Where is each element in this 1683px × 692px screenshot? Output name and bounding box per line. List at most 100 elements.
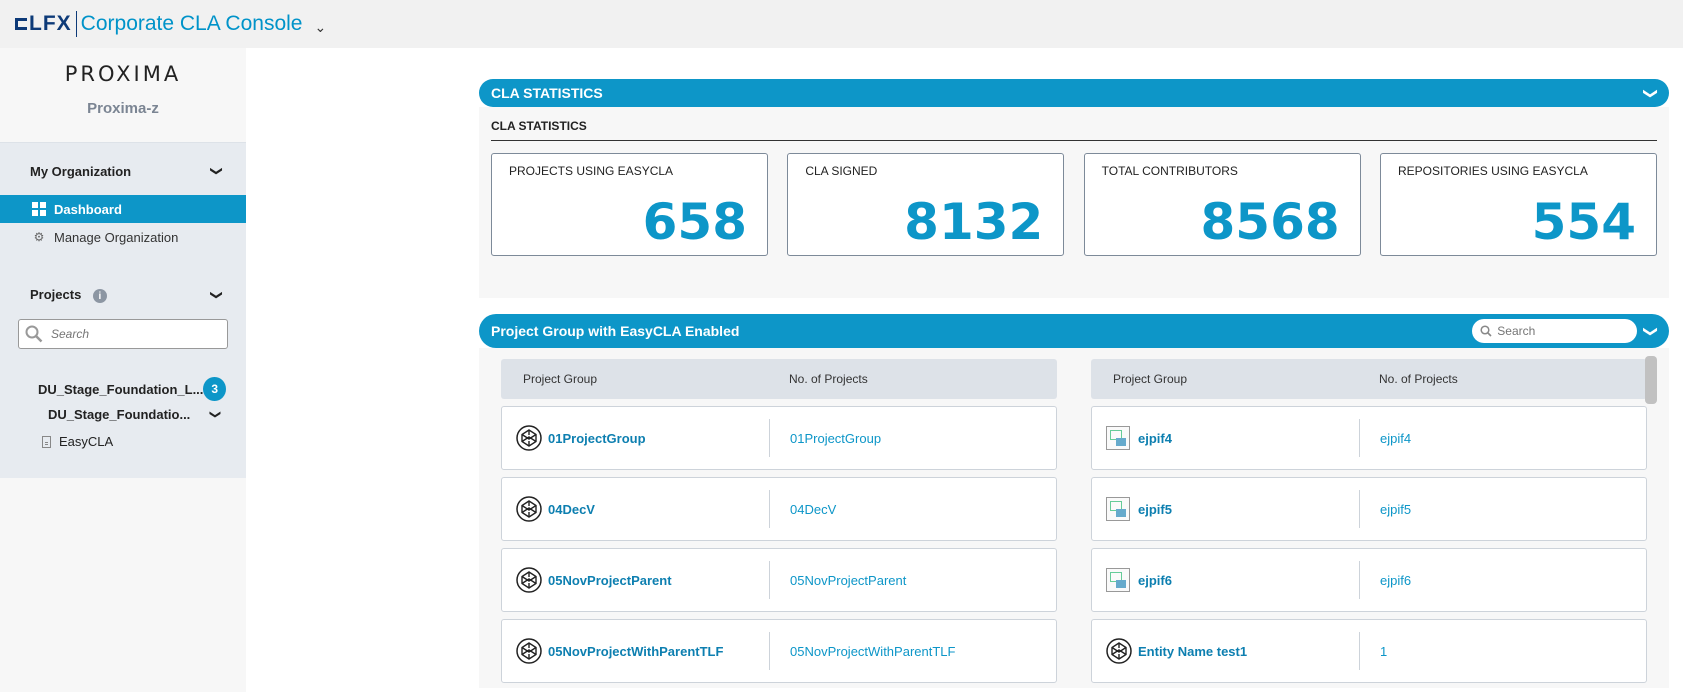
project-name: EasyCLA bbox=[59, 434, 114, 449]
column-header-project-group[interactable]: Project Group bbox=[523, 372, 789, 386]
column-header-project-group[interactable]: Project Group bbox=[1113, 372, 1379, 386]
project-group-column-right: Project Group No. of Projects ejpif4 ejpi… bbox=[1091, 359, 1647, 688]
table-header: Project Group No. of Projects bbox=[501, 359, 1057, 399]
stat-card-value: 8132 bbox=[904, 193, 1044, 251]
projects-title-text: Projects bbox=[30, 286, 82, 302]
cell-divider bbox=[769, 561, 770, 599]
project-count[interactable]: ejpif6 bbox=[1380, 573, 1411, 588]
count-badge: 3 bbox=[203, 377, 226, 401]
project-search[interactable] bbox=[18, 319, 228, 349]
project-group-name-text[interactable]: ejpif6 bbox=[1138, 573, 1172, 588]
project-group-name[interactable]: ejpif6 bbox=[1106, 568, 1359, 592]
band-controls: ❯ bbox=[1472, 319, 1660, 343]
foundation-name: DU_Stage_Foundation_L... bbox=[38, 381, 204, 397]
sidebar-item-manage-organization[interactable]: ⚙ Manage Organization bbox=[0, 223, 246, 251]
chevron-down-icon[interactable]: ❯ bbox=[210, 290, 224, 300]
column-header-project-count[interactable]: No. of Projects bbox=[1379, 372, 1458, 386]
cell-divider bbox=[1359, 490, 1360, 528]
project-group-name[interactable]: Entity Name test1 bbox=[1106, 638, 1359, 664]
cell-divider bbox=[769, 419, 770, 457]
project-group-name[interactable]: 01ProjectGroup bbox=[516, 425, 769, 451]
project-count[interactable]: 1 bbox=[1380, 644, 1387, 659]
project-count[interactable]: 01ProjectGroup bbox=[790, 431, 881, 446]
organization-name: Proxima-z bbox=[87, 100, 159, 117]
sidebar-body: My Organization ❯ Dashboard ⚙ Manage Org… bbox=[0, 143, 246, 478]
stat-card-value: 8568 bbox=[1200, 193, 1340, 251]
project-group-band[interactable]: Project Group with EasyCLA Enabled ❯ bbox=[479, 314, 1669, 348]
project-count[interactable]: 05NovProjectParent bbox=[790, 573, 906, 588]
table-header: Project Group No. of Projects bbox=[1091, 359, 1647, 399]
info-icon[interactable]: i bbox=[92, 289, 107, 304]
top-bar: LFX Corporate CLA Console ⌄ bbox=[0, 0, 1683, 48]
cla-statistics-label: CLA STATISTICS bbox=[491, 107, 1657, 141]
table-row[interactable]: 05NovProjectParent 05NovProjectParent bbox=[501, 548, 1057, 612]
project-count[interactable]: 04DecV bbox=[790, 502, 836, 517]
main-content: CLA STATISTICS ❯ CLA STATISTICS PROJECTS… bbox=[479, 79, 1669, 688]
project-group-name-text[interactable]: Entity Name test1 bbox=[1138, 644, 1247, 659]
company-logo: PROXIMA bbox=[64, 62, 182, 86]
tree-item-foundation[interactable]: DU_Stage_Foundation_L... 3 bbox=[0, 377, 246, 401]
project-group-name[interactable]: ejpif5 bbox=[1106, 497, 1359, 521]
chevron-down-icon[interactable]: ❯ bbox=[1643, 325, 1660, 337]
project-group-name[interactable]: 04DecV bbox=[516, 496, 769, 522]
project-group-name[interactable]: ejpif4 bbox=[1106, 426, 1359, 450]
project-group-name-text[interactable]: 04DecV bbox=[548, 502, 595, 517]
project-count[interactable]: 05NovProjectWithParentTLF bbox=[790, 644, 955, 659]
table-row[interactable]: 05NovProjectWithParentTLF 05NovProjectWit… bbox=[501, 619, 1057, 683]
sidebar-item-dashboard[interactable]: Dashboard bbox=[0, 195, 246, 223]
project-group-search[interactable] bbox=[1472, 319, 1638, 343]
table-row[interactable]: ejpif6 ejpif6 bbox=[1091, 548, 1647, 612]
stat-card-label: REPOSITORIES USING EASYCLA bbox=[1397, 164, 1588, 178]
stat-card-repositories: REPOSITORIES USING EASYCLA 554 bbox=[1379, 153, 1657, 256]
project-group-column-left: Project Group No. of Projects 01ProjectG… bbox=[501, 359, 1057, 688]
codepen-icon bbox=[1106, 638, 1132, 664]
chevron-down-icon[interactable]: ❯ bbox=[210, 166, 224, 176]
project-group-name[interactable]: 05NovProjectParent bbox=[516, 567, 769, 593]
project-group-name-text[interactable]: 01ProjectGroup bbox=[548, 431, 646, 446]
project-group-search-input[interactable] bbox=[1497, 324, 1628, 338]
project-group-name-text[interactable]: 05NovProjectParent bbox=[548, 573, 672, 588]
project-group-name-text[interactable]: 05NovProjectWithParentTLF bbox=[548, 644, 723, 659]
app-title: Corporate CLA Console bbox=[80, 12, 303, 35]
chevron-down-icon[interactable]: ❯ bbox=[209, 410, 222, 419]
logo-text: LFX bbox=[29, 12, 72, 35]
broken-image-icon bbox=[1106, 568, 1130, 592]
tree-item-project[interactable]: EasyCLA bbox=[0, 434, 246, 449]
cla-statistics-panel: CLA STATISTICS PROJECTS USING EASYCLA 65… bbox=[479, 107, 1669, 298]
cell-divider bbox=[1359, 419, 1360, 457]
cell-divider bbox=[769, 632, 770, 670]
table-row[interactable]: 04DecV 04DecV bbox=[501, 477, 1057, 541]
project-groups-area: Project Group No. of Projects 01ProjectG… bbox=[479, 348, 1669, 688]
project-count[interactable]: ejpif4 bbox=[1380, 431, 1411, 446]
stat-card-projects: PROJECTS USING EASYCLA 658 bbox=[491, 153, 768, 256]
table-row[interactable]: Entity Name test1 1 bbox=[1091, 619, 1647, 683]
my-organization-title: My Organization bbox=[30, 163, 132, 179]
table-row[interactable]: 01ProjectGroup 01ProjectGroup bbox=[501, 406, 1057, 470]
projects-title: Projects i bbox=[30, 287, 107, 304]
table-row[interactable]: ejpif4 ejpif4 bbox=[1091, 406, 1647, 470]
project-search-input[interactable] bbox=[51, 327, 211, 341]
cell-divider bbox=[1359, 632, 1360, 670]
document-icon bbox=[42, 435, 51, 448]
tree-item-sub-foundation[interactable]: DU_Stage_Foundatio... ❯ bbox=[0, 407, 246, 422]
project-count[interactable]: ejpif5 bbox=[1380, 502, 1411, 517]
chevron-down-icon[interactable]: ❯ bbox=[1643, 87, 1660, 99]
project-group-name-text[interactable]: ejpif4 bbox=[1138, 431, 1172, 446]
app-switcher-chevron-icon[interactable]: ⌄ bbox=[314, 19, 326, 36]
codepen-icon bbox=[516, 567, 542, 593]
my-organization-header[interactable]: My Organization ❯ bbox=[0, 159, 246, 183]
table-row[interactable]: ejpif5 ejpif5 bbox=[1091, 477, 1647, 541]
sidebar: PROXIMA Proxima-z My Organization ❯ Dash… bbox=[0, 48, 246, 692]
broken-image-icon bbox=[1106, 497, 1130, 521]
scrollbar-thumb[interactable] bbox=[1645, 356, 1657, 404]
codepen-icon bbox=[516, 496, 542, 522]
codepen-icon bbox=[516, 425, 542, 451]
column-header-project-count[interactable]: No. of Projects bbox=[789, 372, 868, 386]
project-group-name[interactable]: 05NovProjectWithParentTLF bbox=[516, 638, 769, 664]
projects-header[interactable]: Projects i ❯ bbox=[0, 283, 246, 307]
cla-statistics-band[interactable]: CLA STATISTICS ❯ bbox=[479, 79, 1669, 107]
stat-card-value: 658 bbox=[642, 193, 747, 251]
project-group-name-text[interactable]: ejpif5 bbox=[1138, 502, 1172, 517]
logo-divider bbox=[75, 11, 77, 37]
lfx-logo[interactable]: LFX bbox=[15, 12, 72, 36]
